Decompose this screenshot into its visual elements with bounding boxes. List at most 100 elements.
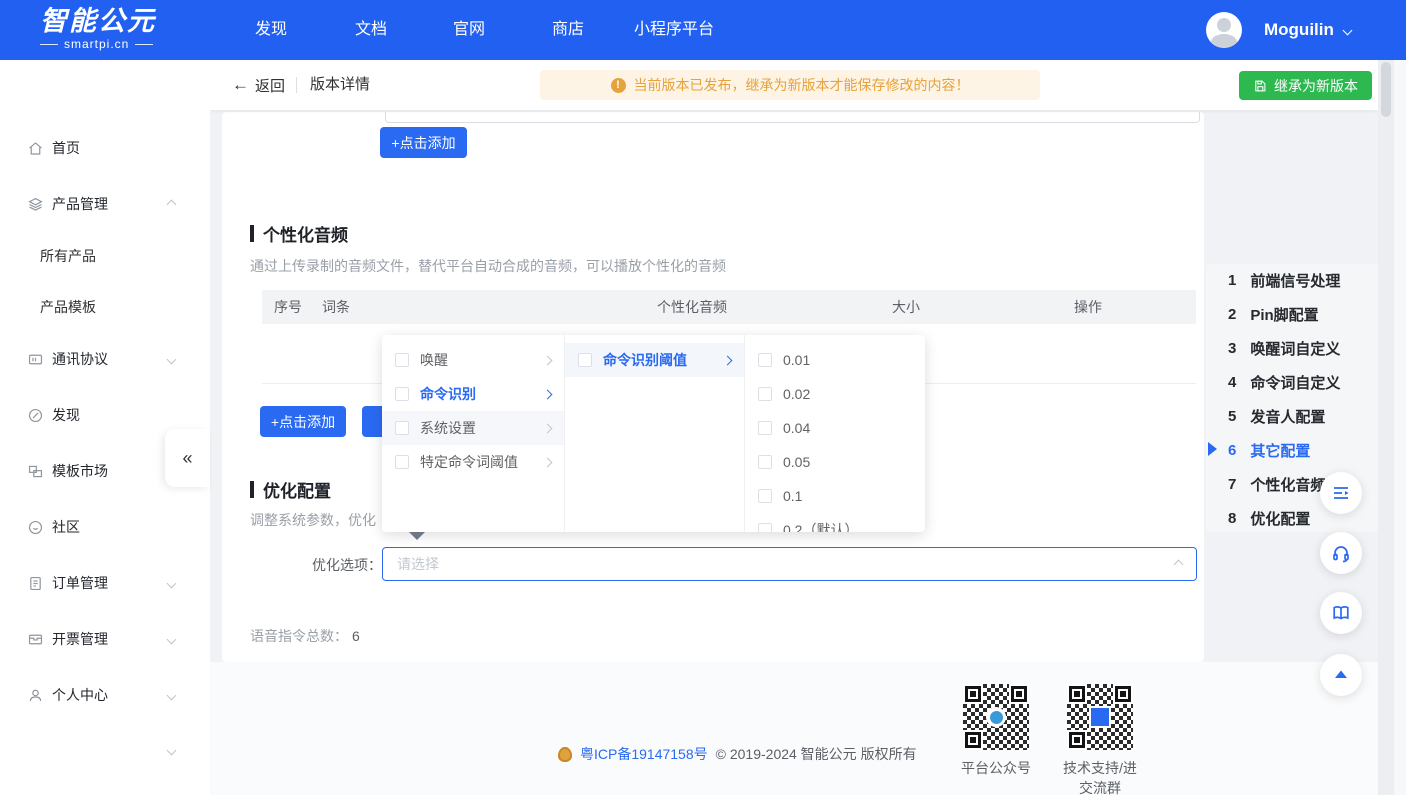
checkbox[interactable]: [758, 387, 772, 401]
logo-dash-right: [135, 44, 153, 45]
username[interactable]: Moguilin: [1264, 0, 1334, 60]
cascader-option-0-01[interactable]: 0.01: [745, 343, 925, 377]
sidebar-collapse-button[interactable]: «: [165, 429, 210, 487]
optimize-section-title: 优化配置: [250, 477, 331, 502]
user-menu-chevron-down-icon[interactable]: [1343, 26, 1353, 36]
user-icon: [27, 687, 44, 704]
anchor-item-4[interactable]: 4 命令词自定义: [1228, 372, 1340, 393]
sidebar-item-all-products[interactable]: 所有产品: [0, 244, 210, 268]
back-to-top-fab[interactable]: [1320, 654, 1362, 696]
checkbox[interactable]: [758, 489, 772, 503]
anchor-item-1[interactable]: 1 前端信号处理: [1228, 270, 1340, 291]
cascader-option-system-settings[interactable]: 系统设置: [382, 411, 564, 445]
cascader-option-0-05[interactable]: 0.05: [745, 445, 925, 479]
checkbox[interactable]: [758, 455, 772, 469]
user-avatar[interactable]: [1206, 12, 1242, 48]
col-size: 大小: [880, 297, 980, 317]
sidebar-item-product-management[interactable]: 产品管理: [0, 192, 210, 216]
cascader-option-specific-command-threshold[interactable]: 特定命令词阈值: [382, 445, 564, 479]
cascader-option-0-1[interactable]: 0.1: [745, 479, 925, 513]
chevron-right-icon: [723, 355, 733, 365]
anchor-item-7[interactable]: 7 个性化音频: [1228, 474, 1325, 495]
copyright-text: © 2019-2024 智能公元 版权所有: [716, 744, 917, 764]
audio-table-header: 序号 词条 个性化音频 大小 操作: [262, 290, 1196, 324]
sidebar-item-invoice-management[interactable]: 开票管理: [0, 627, 210, 651]
scrollbar-thumb[interactable]: [1381, 62, 1391, 117]
qr-marker: [1011, 686, 1027, 702]
checkbox[interactable]: [758, 523, 772, 532]
page-footer: 平台公众号 技术支持/进交流群 粤ICP备19147158号 © 2019-20…: [210, 662, 1394, 795]
col-index: 序号: [262, 297, 310, 317]
cascader-option-command-recognition[interactable]: 命令识别: [382, 377, 564, 411]
open-book-icon: [1331, 603, 1351, 623]
inherit-new-version-button[interactable]: 继承为新版本: [1239, 71, 1372, 100]
qr-center-logo: [986, 707, 1006, 727]
anchor-item-8[interactable]: 8 优化配置: [1228, 508, 1310, 529]
cascader-option-wake[interactable]: 唤醒: [382, 343, 564, 377]
col-audio: 个性化音频: [645, 297, 880, 317]
optimize-option-label: 优化选项：: [296, 555, 382, 575]
icp-link[interactable]: 粤ICP备19147158号: [580, 744, 708, 764]
sidebar-item-personal-center[interactable]: 个人中心: [0, 683, 210, 707]
qr-marker: [1069, 732, 1085, 748]
anchor-item-5[interactable]: 5 发音人配置: [1228, 406, 1325, 427]
qr-marker: [1069, 686, 1085, 702]
cascader-pointer-arrow: [409, 532, 425, 540]
header-divider: [296, 77, 297, 93]
order-icon: [27, 575, 44, 592]
support-fab[interactable]: [1320, 532, 1362, 574]
nav-item-official-site[interactable]: 官网: [453, 0, 485, 60]
nav-item-miniprogram[interactable]: 小程序平台: [634, 0, 714, 60]
config-list-fab[interactable]: [1320, 472, 1362, 514]
vertical-scrollbar[interactable]: [1378, 60, 1394, 795]
anchor-item-3[interactable]: 3 唤醒词自定义: [1228, 338, 1340, 359]
sidebar-item-product-templates[interactable]: 产品模板: [0, 295, 210, 319]
truncated-input-field[interactable]: [385, 112, 1200, 123]
anchor-item-2[interactable]: 2 Pin脚配置: [1228, 304, 1319, 325]
anchor-item-6-active[interactable]: 6 其它配置: [1228, 440, 1310, 461]
nav-item-discover[interactable]: 发现: [255, 0, 287, 60]
qr-marker: [965, 732, 981, 748]
page-header: ← 返回 版本详情 ! 当前版本已发布，继承为新版本才能保存修改的内容！ 继承为…: [210, 60, 1378, 110]
chevron-down-icon: [167, 354, 177, 364]
checkbox[interactable]: [395, 455, 409, 469]
checkbox[interactable]: [395, 421, 409, 435]
checkbox[interactable]: [758, 421, 772, 435]
cascader-option-0-2-default[interactable]: 0.2（默认）: [745, 513, 925, 532]
nav-item-store[interactable]: 商店: [552, 0, 584, 60]
optimize-section-description: 调整系统参数，优化: [250, 510, 376, 530]
brand-title: 智能公元: [40, 6, 156, 36]
nav-item-docs[interactable]: 文档: [355, 0, 387, 60]
qr2-label: 技术支持/进交流群: [1057, 758, 1143, 795]
optimize-option-select[interactable]: 请选择: [382, 547, 1197, 581]
sidebar-item-home[interactable]: 首页: [0, 136, 210, 160]
checkbox[interactable]: [758, 353, 772, 367]
copyright-row: 粤ICP备19147158号 © 2019-2024 智能公元 版权所有: [558, 744, 917, 764]
sidebar-item-discover[interactable]: 发现: [0, 403, 210, 427]
chevron-right-icon: [543, 457, 553, 467]
sidebar-item-communication-protocol[interactable]: 通讯协议: [0, 347, 210, 371]
chevron-down-icon: [167, 690, 177, 700]
invoice-icon: [27, 631, 44, 648]
sidebar-item-community[interactable]: 社区: [0, 515, 210, 539]
cascader-level2-panel: 命令识别阈值: [565, 335, 745, 532]
playlist-icon: [1331, 483, 1351, 503]
checkbox[interactable]: [395, 387, 409, 401]
docs-fab[interactable]: [1320, 592, 1362, 634]
cascader-option-0-02[interactable]: 0.02: [745, 377, 925, 411]
sidebar-item-extra[interactable]: [0, 738, 210, 762]
protocol-icon: [27, 351, 44, 368]
cascader-option-0-04[interactable]: 0.04: [745, 411, 925, 445]
cascader-level1-panel: 唤醒 命令识别 系统设置 特定命令词阈值: [382, 335, 565, 532]
add-entry-button-top[interactable]: +点击添加: [380, 127, 467, 158]
checkbox[interactable]: [578, 353, 592, 367]
add-entry-button-bottom[interactable]: +点击添加: [260, 406, 346, 437]
sidebar-item-order-management[interactable]: 订单管理: [0, 571, 210, 595]
checkbox[interactable]: [395, 353, 409, 367]
brand-logo[interactable]: 智能公元 smartpi.cn: [40, 6, 156, 51]
select-chevron-up-icon: [1174, 559, 1184, 569]
top-navbar: 智能公元 smartpi.cn 发现 文档 官网 商店 小程序平台 Moguil…: [0, 0, 1406, 60]
col-word: 词条: [310, 297, 645, 317]
back-button[interactable]: ← 返回: [232, 60, 285, 110]
cascader-option-command-recognition-threshold[interactable]: 命令识别阈值: [565, 343, 744, 377]
